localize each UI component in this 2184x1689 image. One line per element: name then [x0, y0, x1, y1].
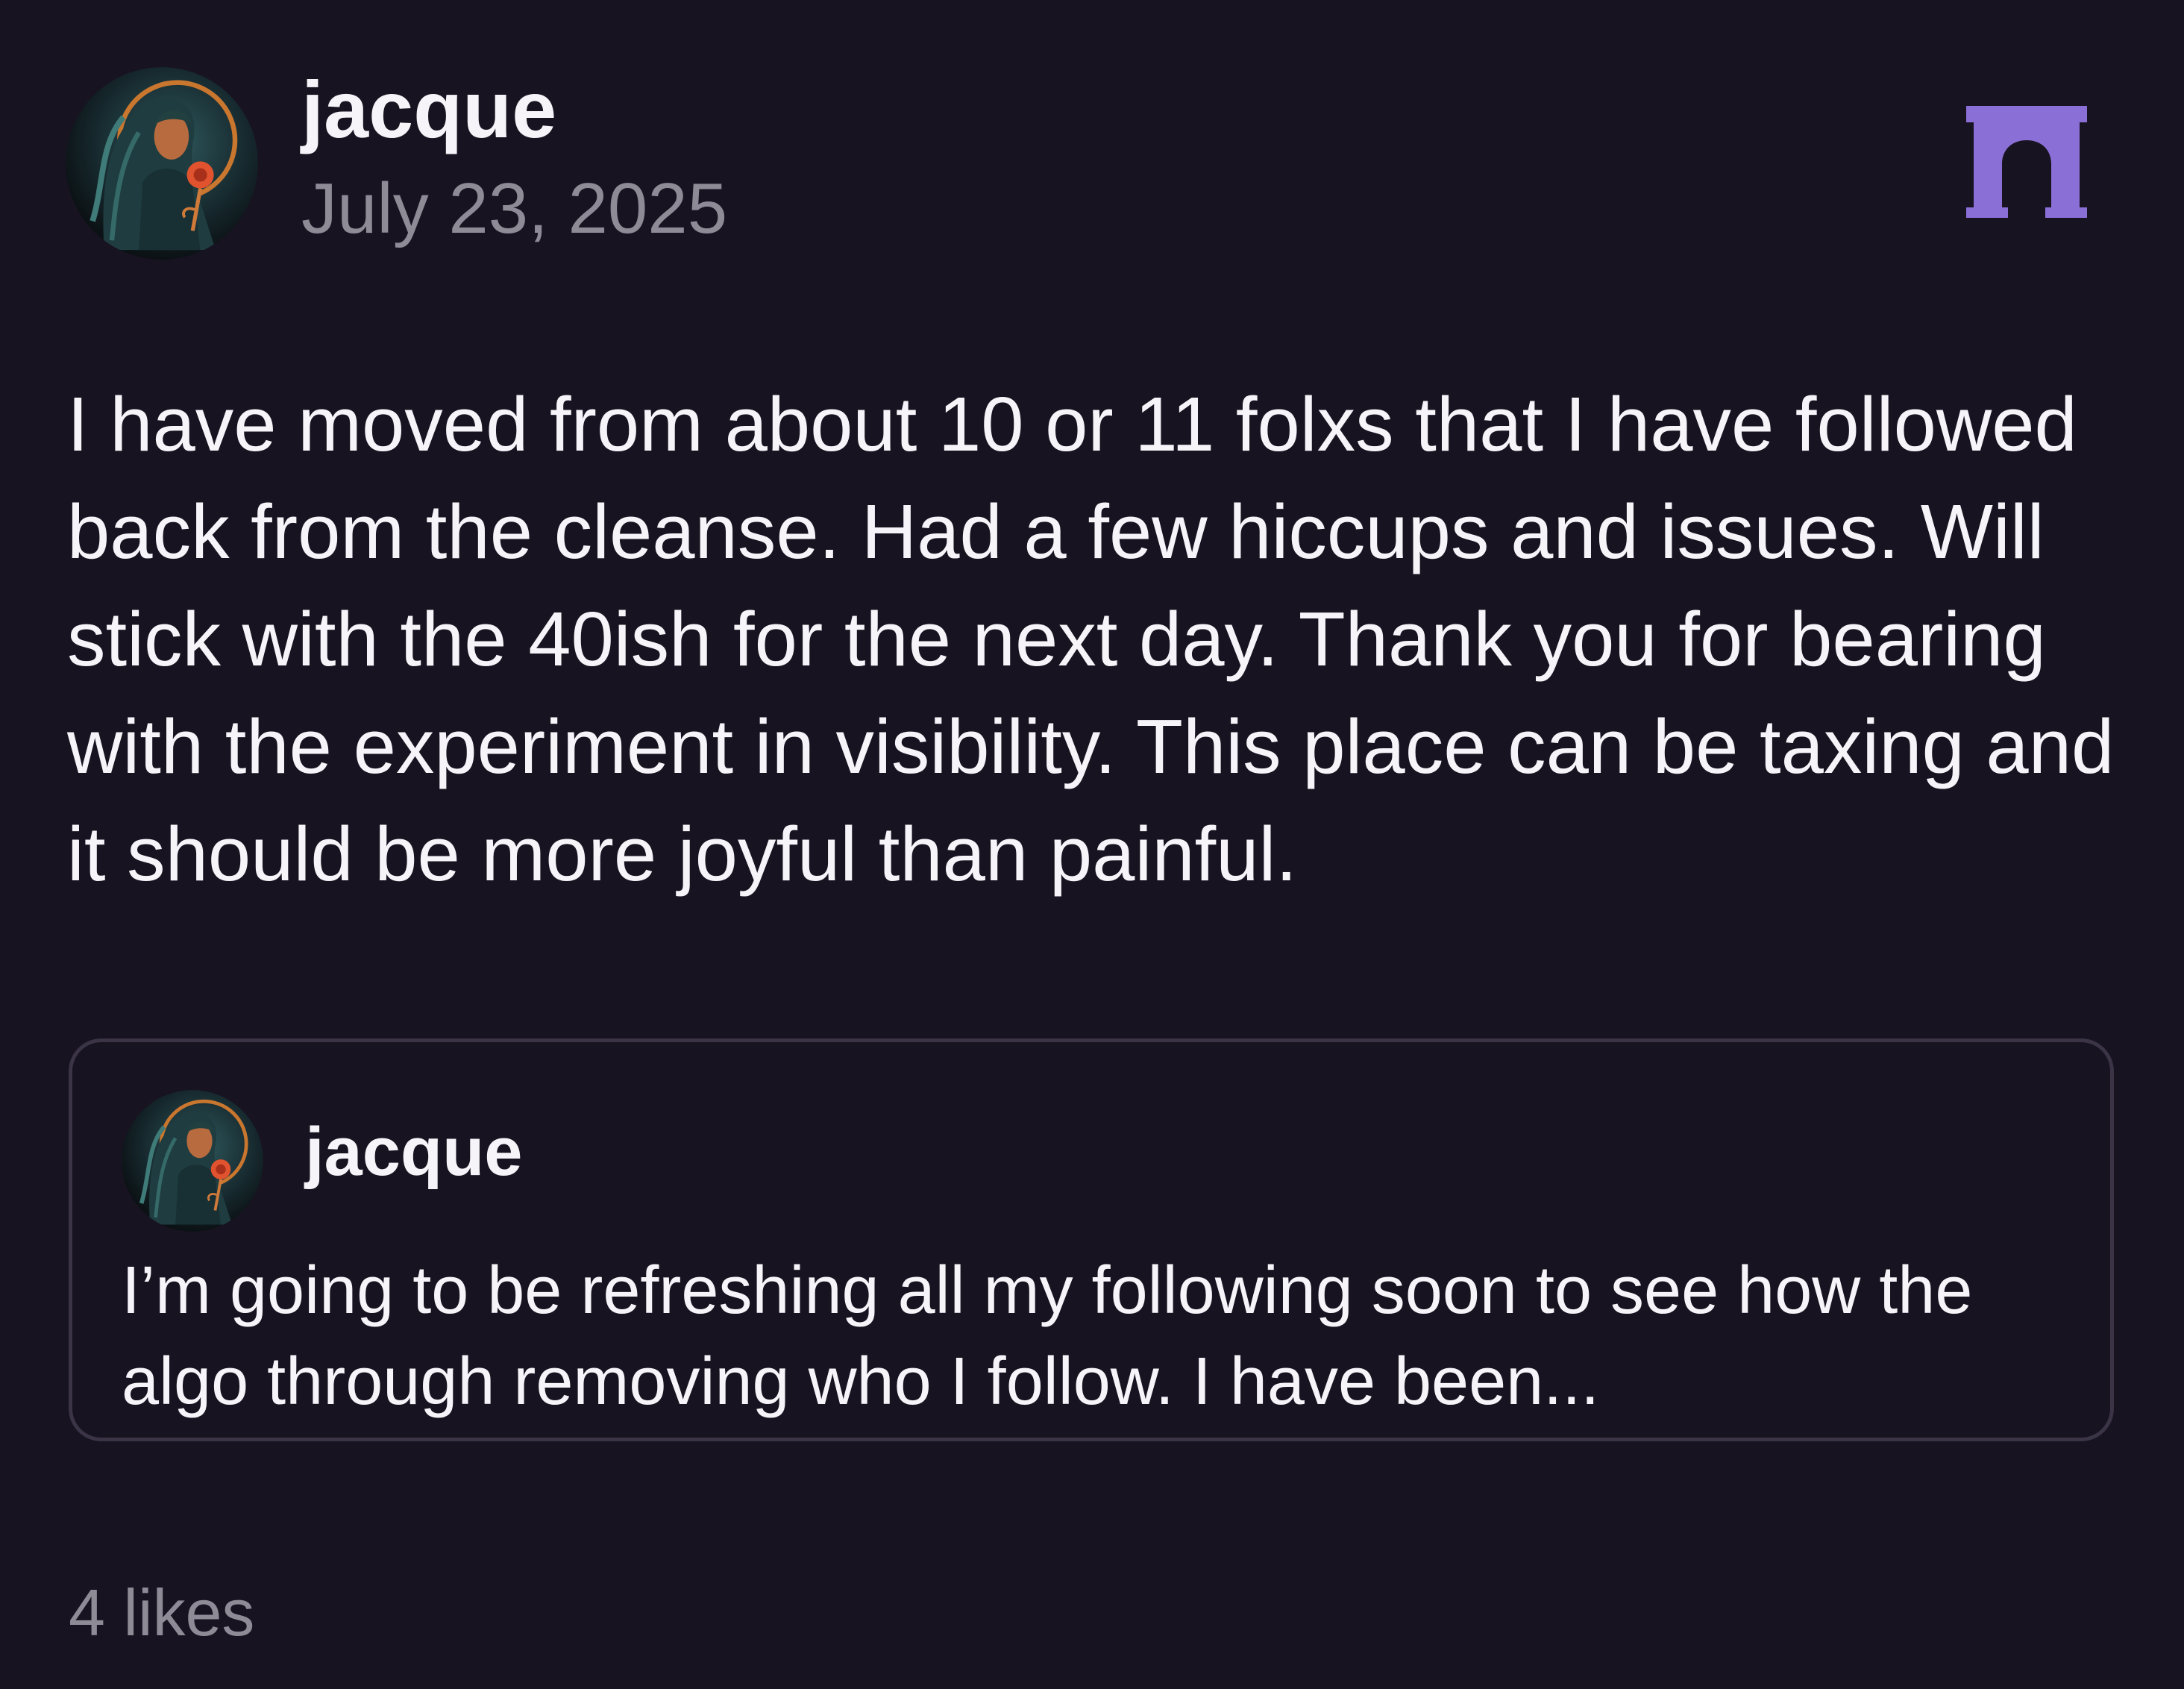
author-avatar[interactable]: [66, 67, 258, 260]
quoted-post-text: I’m going to be refreshing all my follow…: [122, 1253, 1973, 1419]
quoted-author-avatar[interactable]: [122, 1090, 263, 1232]
avatar-woman-with-rose-icon: [66, 67, 258, 260]
post-card[interactable]: jacque July 23, 2025 I have moved from a…: [0, 0, 2184, 1689]
arch-logo-icon[interactable]: [1966, 106, 2087, 218]
likes-count[interactable]: 4 likes: [69, 1571, 254, 1655]
author-name[interactable]: jacque: [301, 61, 556, 158]
quoted-post-card[interactable]: jacque I’m going to be refreshing all my…: [69, 1038, 2114, 1441]
avatar-woman-with-rose-icon: [122, 1090, 263, 1232]
quoted-author-name[interactable]: jacque: [305, 1111, 522, 1193]
post-body-text: I have moved from about 10 or 11 folxs t…: [67, 381, 2115, 897]
post-date: July 23, 2025: [301, 169, 728, 248]
